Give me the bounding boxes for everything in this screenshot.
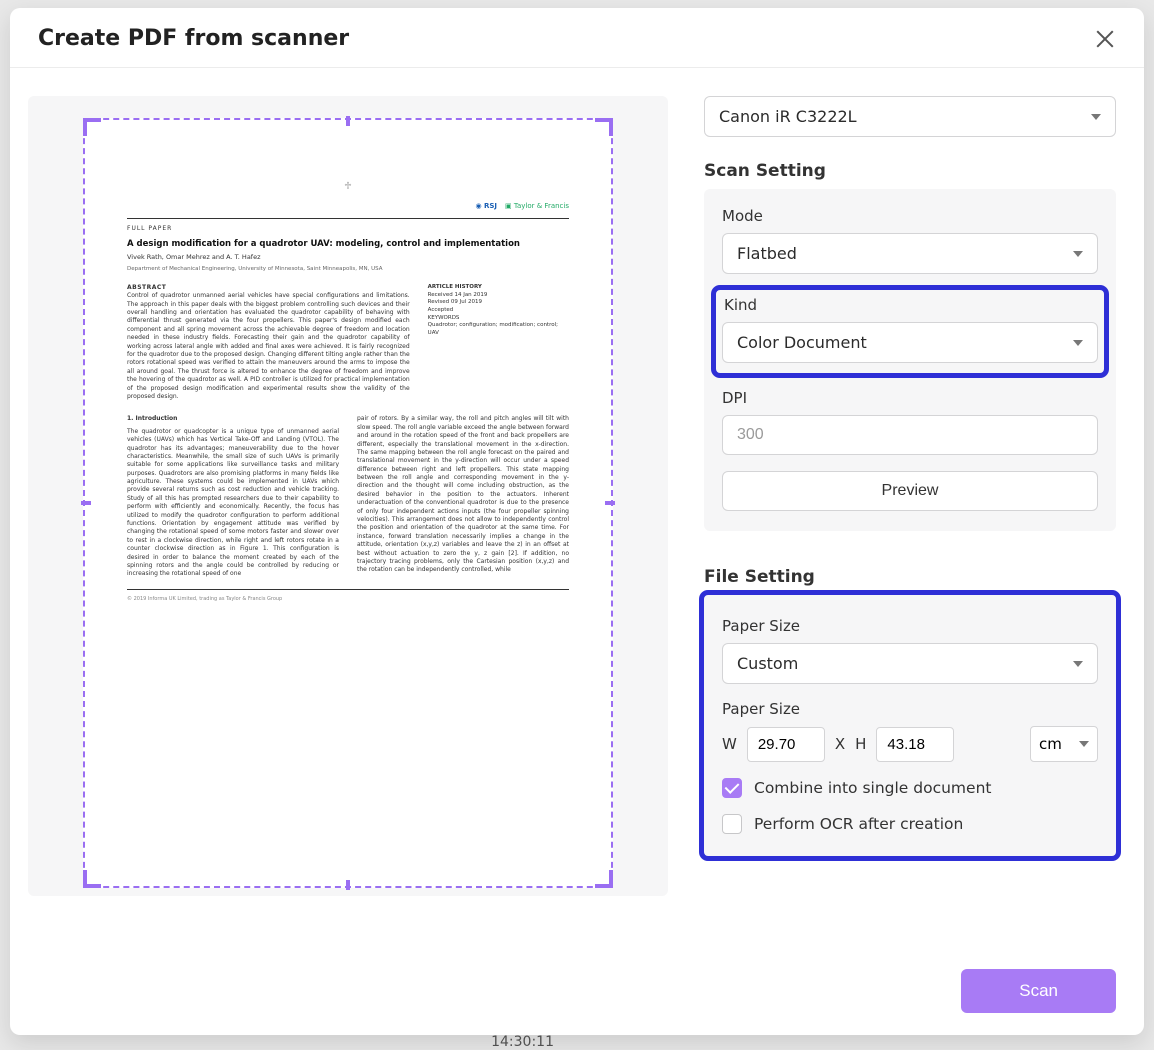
close-icon[interactable] bbox=[1094, 28, 1116, 50]
crop-tick-top[interactable] bbox=[346, 116, 350, 126]
doc-authors: Vivek Rath, Omar Mehrez and A. T. Hafez bbox=[127, 253, 569, 262]
papersize-dim-group: Paper Size W X H cm bbox=[722, 700, 1098, 762]
abstract-heading: ABSTRACT bbox=[127, 284, 410, 292]
doc-affiliation: Department of Mechanical Engineering, Un… bbox=[127, 266, 569, 274]
papersize-dim-label: Paper Size bbox=[722, 700, 1098, 718]
width-label: W bbox=[722, 735, 737, 753]
combine-label: Combine into single document bbox=[754, 779, 991, 797]
kind-select[interactable]: Color Document bbox=[722, 322, 1098, 363]
chevron-down-icon bbox=[1091, 114, 1101, 120]
doc-col1: The quadrotor or quadcopter is a unique … bbox=[127, 428, 339, 579]
unit-select[interactable]: cm bbox=[1030, 726, 1098, 762]
ocr-row: Perform OCR after creation bbox=[722, 814, 1098, 834]
crop-handle-bl[interactable] bbox=[83, 870, 101, 888]
mode-label: Mode bbox=[722, 207, 1098, 225]
dpi-input[interactable] bbox=[722, 415, 1098, 455]
article-history-heading: ARTICLE HISTORY bbox=[428, 284, 569, 292]
papersize-label: Paper Size bbox=[722, 617, 1098, 635]
publisher-mark-icon: ▣ Taylor & Francis bbox=[505, 202, 569, 212]
crop-handle-tr[interactable] bbox=[595, 118, 613, 136]
preview-button[interactable]: Preview bbox=[722, 471, 1098, 511]
kind-group: Kind Color Document bbox=[716, 290, 1104, 373]
create-pdf-dialog: Create PDF from scanner ♱ ◉ RSJ ▣ Taylor… bbox=[10, 8, 1144, 1035]
dpi-group: DPI bbox=[722, 389, 1098, 455]
controls-column: Canon iR C3222L Scan Setting Mode Flatbe… bbox=[668, 96, 1116, 953]
papersize-select-group: Paper Size Custom bbox=[722, 617, 1098, 684]
scanned-document-preview: ♱ ◉ RSJ ▣ Taylor & Francis FULL PAPER A … bbox=[97, 140, 599, 643]
papersize-select-value: Custom bbox=[737, 654, 798, 673]
doc-col2: pair of rotors. By a similar way, the ro… bbox=[357, 415, 569, 578]
height-input[interactable] bbox=[876, 727, 954, 762]
x-label: X bbox=[835, 735, 845, 753]
ocr-checkbox[interactable] bbox=[722, 814, 742, 834]
crop-tick-right[interactable] bbox=[605, 501, 615, 505]
mode-select[interactable]: Flatbed bbox=[722, 233, 1098, 274]
kind-label: Kind bbox=[724, 296, 1098, 314]
unit-select-value: cm bbox=[1039, 735, 1062, 753]
crop-frame[interactable]: ♱ ◉ RSJ ▣ Taylor & Francis FULL PAPER A … bbox=[83, 118, 613, 888]
kind-select-value: Color Document bbox=[737, 333, 867, 352]
doc-abstract: Control of quadrotor unmanned aerial veh… bbox=[127, 292, 410, 401]
crop-tick-bottom[interactable] bbox=[346, 880, 350, 890]
dialog-titlebar: Create PDF from scanner bbox=[10, 8, 1144, 68]
chevron-down-icon bbox=[1073, 251, 1083, 257]
crop-tick-left[interactable] bbox=[81, 501, 91, 505]
ocr-label: Perform OCR after creation bbox=[754, 815, 963, 833]
dpi-label: DPI bbox=[722, 389, 1098, 407]
combine-checkbox[interactable] bbox=[722, 778, 742, 798]
scan-setting-panel: Mode Flatbed Kind Color Document DPI bbox=[704, 189, 1116, 531]
doc-footnote: © 2019 Informa UK Limited, trading as Ta… bbox=[127, 596, 569, 603]
chevron-down-icon bbox=[1073, 340, 1083, 346]
article-history: Received 14 Jan 2019 Revised 09 Jul 2019… bbox=[428, 292, 569, 338]
publisher-logo-icon: ♱ bbox=[127, 180, 569, 194]
doc-title: A design modification for a quadrotor UA… bbox=[127, 239, 569, 251]
chevron-down-icon bbox=[1073, 661, 1083, 667]
mode-group: Mode Flatbed bbox=[722, 207, 1098, 274]
scan-preview-pane: ♱ ◉ RSJ ▣ Taylor & Francis FULL PAPER A … bbox=[28, 96, 668, 896]
crop-handle-br[interactable] bbox=[595, 870, 613, 888]
society-logo-icon: ◉ RSJ bbox=[475, 202, 497, 212]
chevron-down-icon bbox=[1079, 741, 1089, 747]
dialog-footer: Scan bbox=[10, 969, 1144, 1035]
crop-handle-tl[interactable] bbox=[83, 118, 101, 136]
mode-select-value: Flatbed bbox=[737, 244, 797, 263]
height-label: H bbox=[855, 735, 866, 753]
background-timestamp: 14:30:11 bbox=[491, 1034, 554, 1050]
scanner-select-value: Canon iR C3222L bbox=[719, 107, 857, 126]
section-heading: 1. Introduction bbox=[127, 415, 339, 423]
scan-setting-heading: Scan Setting bbox=[704, 161, 1116, 181]
papersize-select[interactable]: Custom bbox=[722, 643, 1098, 684]
file-setting-heading: File Setting bbox=[704, 567, 1116, 587]
scan-button[interactable]: Scan bbox=[961, 969, 1116, 1013]
width-input[interactable] bbox=[747, 727, 825, 762]
combine-row: Combine into single document bbox=[722, 778, 1098, 798]
file-setting-panel: Paper Size Custom Paper Size W X H bbox=[704, 595, 1116, 856]
doc-journal: FULL PAPER bbox=[127, 225, 569, 233]
scanner-select[interactable]: Canon iR C3222L bbox=[704, 96, 1116, 137]
dialog-body: ♱ ◉ RSJ ▣ Taylor & Francis FULL PAPER A … bbox=[10, 68, 1144, 969]
dialog-title: Create PDF from scanner bbox=[38, 26, 349, 51]
